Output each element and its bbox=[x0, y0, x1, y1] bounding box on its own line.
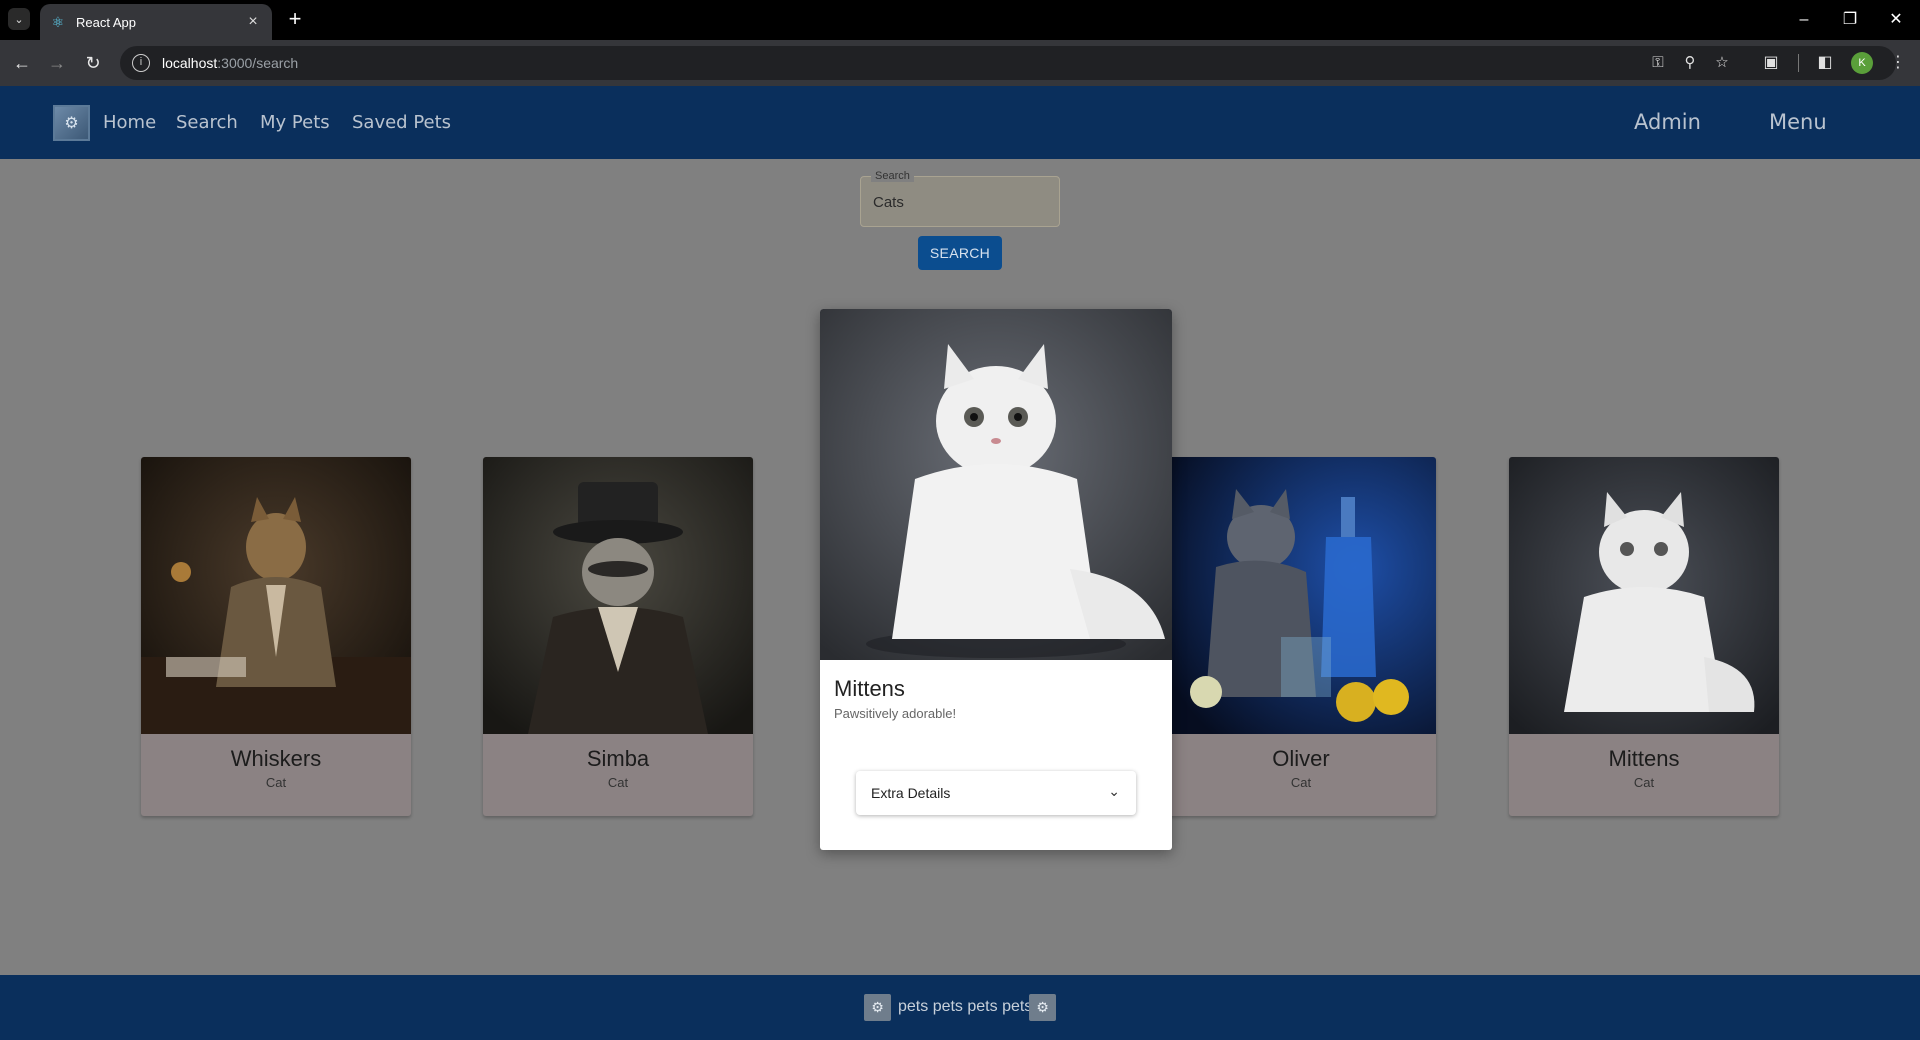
pet-card-whiskers[interactable]: Whiskers Cat bbox=[141, 457, 411, 816]
pet-type: Cat bbox=[1290, 775, 1312, 790]
pet-logo-icon[interactable]: ⚙ bbox=[53, 105, 90, 141]
pet-card-oliver[interactable]: Oliver Cat bbox=[1166, 457, 1436, 816]
pet-footer-icon: ⚙ bbox=[864, 994, 891, 1021]
pet-name: Simba bbox=[586, 746, 650, 771]
profile-avatar[interactable]: K bbox=[1851, 52, 1873, 74]
tab-search-chevron-icon[interactable]: ⌄ bbox=[8, 8, 30, 30]
pet-image-mittens bbox=[1509, 457, 1779, 734]
pet-type: Cat bbox=[607, 775, 629, 790]
browser-toolbar: ← → ↻ i localhost:3000/search ⚿ ⚲ ☆ ▣ ◧ … bbox=[0, 40, 1920, 86]
url-host: localhost bbox=[162, 55, 218, 71]
search-label: Search bbox=[871, 170, 914, 182]
pet-name: Whiskers bbox=[230, 746, 322, 771]
main-content: Search Cats SEARCH Whiskers Cat Simba Ca… bbox=[0, 159, 1920, 975]
url-path: :3000/search bbox=[217, 55, 299, 71]
featured-pet-image bbox=[820, 309, 1172, 660]
admin-link[interactable]: Admin bbox=[1634, 110, 1701, 134]
browser-tab[interactable]: ⚛ React App × bbox=[40, 4, 272, 40]
nav-my-pets[interactable]: My Pets bbox=[260, 112, 330, 133]
browser-menu-kebab-icon[interactable]: ⋮ bbox=[1887, 52, 1909, 74]
chevron-down-icon[interactable]: ⌄ bbox=[1108, 783, 1120, 800]
menu-button[interactable]: Menu bbox=[1769, 110, 1827, 134]
bookmark-star-icon[interactable]: ☆ bbox=[1712, 53, 1732, 73]
app-footer: ⚙ pets pets pets pets ⚙ bbox=[0, 975, 1920, 1040]
app-header: ⚙ Home Search My Pets Saved Pets Admin M… bbox=[0, 86, 1920, 159]
pet-card-mittens[interactable]: Mittens Cat bbox=[1509, 457, 1779, 816]
address-bar[interactable]: i localhost:3000/search bbox=[120, 46, 1896, 80]
zoom-icon[interactable]: ⚲ bbox=[1680, 53, 1700, 73]
featured-pet-card[interactable]: Mittens Pawsitively adorable! Extra Deta… bbox=[820, 309, 1172, 850]
password-key-icon[interactable]: ⚿ bbox=[1648, 53, 1668, 73]
featured-pet-tagline: Pawsitively adorable! bbox=[834, 706, 957, 721]
tab-close-icon[interactable]: × bbox=[244, 13, 262, 31]
pet-name: Mittens bbox=[1608, 746, 1680, 771]
toolbar-divider bbox=[1798, 54, 1799, 72]
footer-text: pets pets pets pets bbox=[898, 998, 1033, 1015]
search-value: Cats bbox=[873, 194, 904, 211]
nav-home[interactable]: Home bbox=[103, 112, 156, 133]
extra-details-label: Extra Details bbox=[871, 785, 951, 801]
extra-details-accordion[interactable]: Extra Details ⌄ bbox=[856, 771, 1136, 815]
new-tab-plus-icon[interactable]: + bbox=[283, 8, 307, 32]
reload-icon[interactable]: ↻ bbox=[81, 51, 105, 75]
pet-type: Cat bbox=[1633, 775, 1655, 790]
tab-title: React App bbox=[76, 14, 136, 30]
search-input[interactable]: Search Cats bbox=[860, 170, 1060, 227]
search-button[interactable]: SEARCH bbox=[918, 236, 1002, 270]
window-close-icon[interactable]: ✕ bbox=[1876, 6, 1916, 34]
nav-saved-pets[interactable]: Saved Pets bbox=[352, 112, 451, 133]
extensions-puzzle-icon[interactable]: ▣ bbox=[1760, 52, 1782, 74]
pet-type: Cat bbox=[265, 775, 287, 790]
pet-image-simba bbox=[483, 457, 753, 734]
pet-footer-icon: ⚙ bbox=[1029, 994, 1056, 1021]
back-arrow-icon[interactable]: ← bbox=[10, 51, 34, 75]
react-favicon-icon: ⚛ bbox=[51, 14, 65, 30]
nav-search[interactable]: Search bbox=[176, 112, 238, 133]
pet-card-simba[interactable]: Simba Cat bbox=[483, 457, 753, 816]
browser-tab-bar: ⌄ ⚛ React App × + – ❐ ✕ bbox=[0, 0, 1920, 40]
pet-image-oliver bbox=[1166, 457, 1436, 734]
minimize-icon[interactable]: – bbox=[1784, 6, 1824, 34]
pet-image-whiskers bbox=[141, 457, 411, 734]
pet-name: Oliver bbox=[1272, 746, 1330, 771]
site-info-icon[interactable]: i bbox=[132, 54, 150, 72]
side-panel-icon[interactable]: ◧ bbox=[1814, 52, 1836, 74]
restore-icon[interactable]: ❐ bbox=[1830, 6, 1870, 34]
forward-arrow-icon[interactable]: → bbox=[45, 51, 69, 75]
featured-pet-name: Mittens bbox=[834, 676, 905, 701]
